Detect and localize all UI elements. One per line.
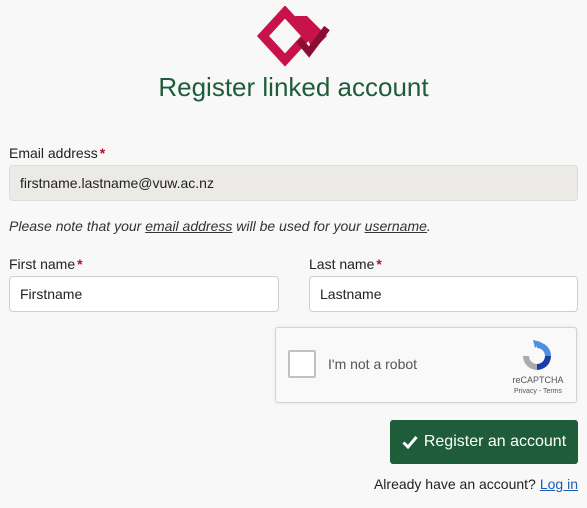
email-label-text: Email address [9,145,98,161]
last-name-label: Last name * [309,256,382,272]
register-button[interactable]: Register an account [390,420,578,464]
login-link[interactable]: Log in [540,476,578,492]
email-value: firstname.lastname@vuw.ac.nz [20,175,214,191]
recaptcha-brand: reCAPTCHA [512,375,564,385]
register-button-label: Register an account [423,433,567,450]
last-name-field[interactable]: Lastname [309,276,578,312]
note-prefix: Please note that your [9,218,142,234]
first-name-label-text: First name [9,256,76,272]
last-name-value: Lastname [320,286,382,302]
recaptcha-label: I'm not a robot [328,356,418,372]
note-middle: will be used for your [236,218,361,234]
first-name-field[interactable]: Firstname [9,276,279,312]
recaptcha-checkbox[interactable] [288,350,316,378]
login-prompt-text: Already have an account? [373,476,536,492]
check-icon [402,436,418,449]
first-name-value: Firstname [20,286,83,302]
required-marker: * [376,256,382,272]
first-name-label: First name * [9,256,83,272]
last-name-label-text: Last name [309,256,375,272]
required-marker: * [99,145,106,161]
required-marker: * [77,256,83,272]
note-suffix: . [426,218,431,234]
recaptcha-widget: I'm not a robot reCAPTCHA Privacy - Term… [275,327,577,403]
note-username: username [364,218,427,234]
username-note: Please note that your email address will… [9,218,431,234]
page-title: Register linked account [158,72,429,102]
email-field[interactable]: firstname.lastname@vuw.ac.nz [9,165,578,201]
login-prompt: Already have an account? Log in [374,476,578,492]
logo-icon [257,6,330,67]
email-label: Email address * [9,145,105,161]
note-email: email address [145,218,233,234]
recaptcha-icon [523,340,551,370]
recaptcha-links[interactable]: Privacy - Terms [506,388,570,395]
